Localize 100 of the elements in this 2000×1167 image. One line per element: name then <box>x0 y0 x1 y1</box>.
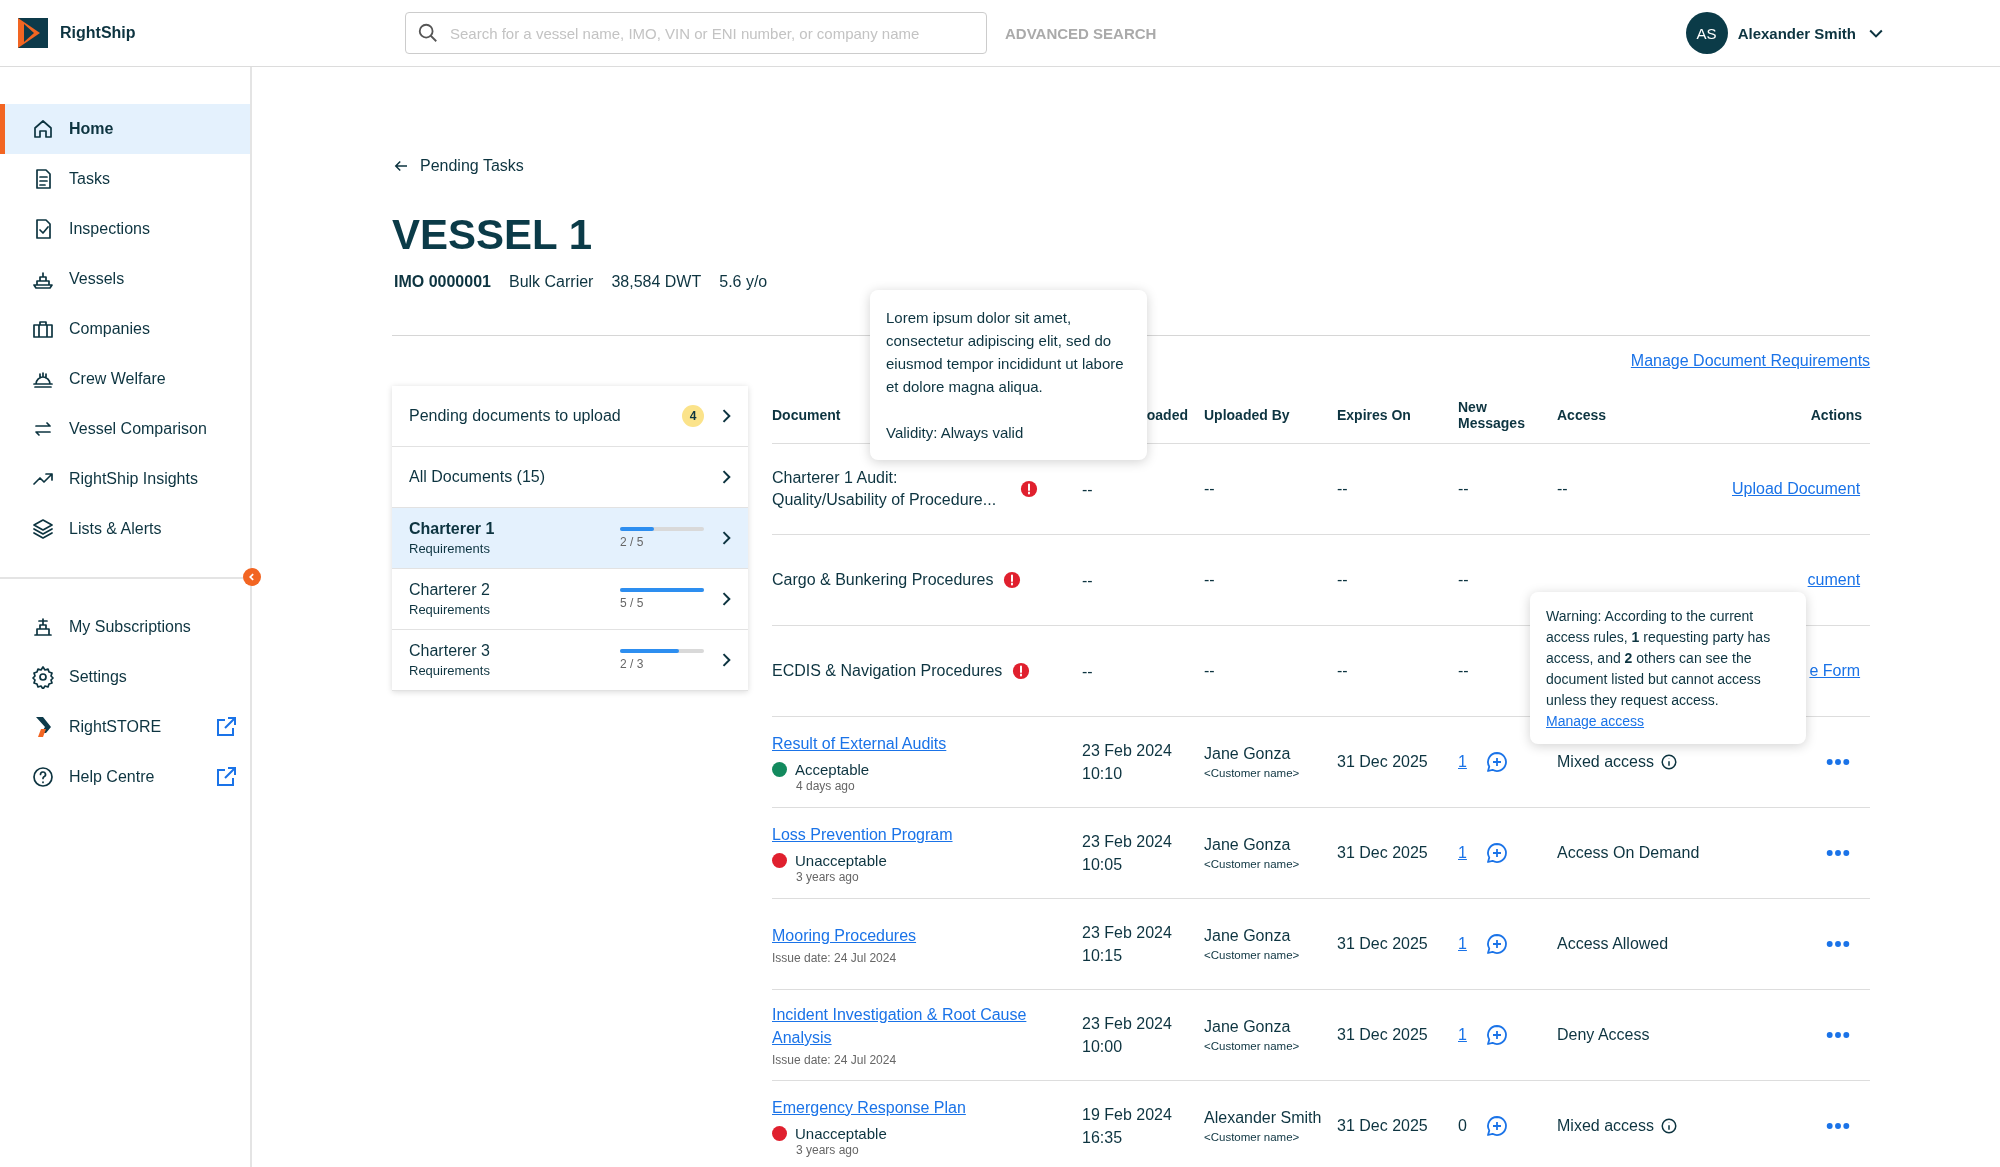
column-header: oaded <box>1146 406 1188 423</box>
upload-date: 23 Feb 2024 10:10 <box>1082 741 1172 784</box>
nav-item[interactable]: Vessels <box>0 254 250 304</box>
message-count: -- <box>1458 480 1469 498</box>
expiry-date: 31 Dec 2025 <box>1337 1117 1428 1135</box>
nav-item[interactable]: Crew Welfare <box>0 354 250 404</box>
nav-item[interactable]: RightShip Insights <box>0 454 250 504</box>
issue-date: Issue date: 24 Jul 2024 <box>772 1053 898 1067</box>
access-level: Mixed access <box>1557 1117 1654 1135</box>
expiry-date: -- <box>1337 662 1348 680</box>
access-level: Mixed access <box>1557 753 1654 771</box>
status-time: 3 years ago <box>795 869 860 884</box>
customer-name: <Customer name> <box>1204 858 1300 870</box>
upload-date: 23 Feb 2024 10:00 <box>1082 1014 1172 1057</box>
document-link[interactable]: Emergency Response Plan <box>772 1095 966 1119</box>
nav-item[interactable]: Home <box>0 104 250 154</box>
status-time: 3 years ago <box>795 1142 860 1157</box>
upload-date: -- <box>1082 661 1093 682</box>
column-header: Expires On <box>1337 406 1411 423</box>
upload-date: 19 Feb 2024 16:35 <box>1082 1105 1172 1148</box>
upload-date: -- <box>1082 479 1093 500</box>
uploader-name: Jane Gonza <box>1204 836 1291 854</box>
charterer-subtitle: Requirements <box>409 663 491 678</box>
nav-item[interactable]: My Subscriptions <box>0 602 250 652</box>
user-name[interactable]: Alexander Smith <box>1737 24 1856 42</box>
customer-name: <Customer name> <box>1204 767 1300 779</box>
brand-name: RightShip <box>60 24 136 42</box>
upload-date: -- <box>1082 570 1093 591</box>
charterer-item[interactable]: Charterer 2 Requirements 5 / 5 <box>392 569 748 630</box>
charterer-name: Charterer 3 <box>409 642 491 660</box>
progress-count: 2 / 5 <box>620 535 645 549</box>
column-header: Access <box>1557 406 1607 423</box>
customer-name: <Customer name> <box>1204 1131 1300 1143</box>
avatar[interactable]: AS <box>1685 12 1728 54</box>
upload-document-link[interactable]: cument <box>1807 571 1861 589</box>
nav-item[interactable]: Help Centre <box>0 752 250 802</box>
column-header: Actions <box>1810 406 1863 423</box>
vessel-age: 5.6 y/o <box>719 273 768 291</box>
upload-document-link[interactable]: e Form <box>1809 662 1861 680</box>
document-link[interactable]: Incident Investigation & Root Cause Analysis <box>772 1003 1032 1049</box>
expiry-date: -- <box>1337 480 1348 498</box>
charterer-name: Charterer 2 <box>409 581 491 599</box>
access-level: Deny Access <box>1557 1026 1650 1044</box>
document-link[interactable]: Mooring Procedures <box>772 923 917 947</box>
vessel-type: Bulk Carrier <box>508 273 594 291</box>
uploader-name: -- <box>1204 571 1215 589</box>
progress-count: 2 / 3 <box>620 657 645 671</box>
upload-date: 23 Feb 2024 10:15 <box>1082 923 1172 966</box>
column-header: Uploaded By <box>1204 406 1290 423</box>
charterer-item[interactable]: Charterer 3 Requirements 2 / 3 <box>392 630 748 691</box>
charterer-item[interactable]: Charterer 1 Requirements 2 / 5 <box>392 508 748 569</box>
message-count[interactable]: 1 <box>1458 753 1467 771</box>
manage-access-link[interactable]: Manage access <box>1546 713 1645 729</box>
pending-documents-item[interactable]: Pending documents to upload 4 <box>392 386 748 447</box>
issue-date: Issue date: 24 Jul 2024 <box>772 950 898 965</box>
access-level: Access On Demand <box>1557 844 1700 862</box>
message-count[interactable]: 1 <box>1458 844 1467 862</box>
customer-name: <Customer name> <box>1204 949 1300 961</box>
document-name: Cargo & Bunkering Procedures <box>772 570 994 590</box>
uploader-name: Jane Gonza <box>1204 1018 1291 1036</box>
status-label: Acceptable <box>795 760 870 778</box>
upload-document-link[interactable]: Upload Document <box>1732 480 1861 498</box>
back-link[interactable]: Pending Tasks <box>392 157 524 175</box>
progress-count: 5 / 5 <box>620 596 645 610</box>
expiry-date: -- <box>1337 571 1348 589</box>
nav-item[interactable]: Tasks <box>0 154 250 204</box>
imo-number: IMO 0000001 <box>394 273 491 291</box>
nav-item[interactable]: Inspections <box>0 204 250 254</box>
manage-requirements-link[interactable]: Manage Document Requirements <box>1630 352 1871 370</box>
expiry-date: 31 Dec 2025 <box>1337 844 1428 862</box>
access-level: -- <box>1557 480 1568 498</box>
tooltip-text: Validity: Always valid <box>886 423 1025 443</box>
charterer-subtitle: Requirements <box>409 602 491 617</box>
nav-item[interactable]: Settings <box>0 652 250 702</box>
nav-item[interactable]: Lists & Alerts <box>0 504 250 554</box>
tooltip-text: Lorem ipsum dolor sit amet, consectetur adipiscing elit, sed do eiusmod tempor incididunt ut labore et dolore magna aliqua. <box>886 308 1125 397</box>
expiry-date: 31 Dec 2025 <box>1337 753 1428 771</box>
upload-date: 23 Feb 2024 10:05 <box>1082 832 1172 875</box>
charterer-subtitle: Requirements <box>409 541 491 556</box>
document-name: ECDIS & Navigation Procedures <box>772 661 1003 681</box>
status-label: Unacceptable <box>795 1124 887 1142</box>
document-link[interactable]: Loss Prevention Program <box>772 822 953 846</box>
status-time: 4 days ago <box>795 778 856 793</box>
document-name: Charterer 1 Audit: Quality/Usability of Procedure... <box>772 468 998 510</box>
search-field[interactable]: Search for a vessel name, IMO, VIN or ENI number, or company name <box>405 12 987 54</box>
customer-name: <Customer name> <box>1204 1040 1300 1052</box>
expiry-date: 31 Dec 2025 <box>1337 935 1428 953</box>
uploader-name: -- <box>1204 662 1215 680</box>
uploader-name: -- <box>1204 480 1215 498</box>
access-level: Access Allowed <box>1557 935 1669 953</box>
nav-item[interactable]: Companies <box>0 304 250 354</box>
message-count[interactable]: 1 <box>1458 1026 1467 1044</box>
uploader-name: Jane Gonza <box>1204 927 1291 945</box>
nav-item[interactable]: Vessel Comparison <box>0 404 250 454</box>
nav-item[interactable]: RightSTORE <box>0 702 250 752</box>
status-label: Unacceptable <box>795 851 887 869</box>
message-count[interactable]: 1 <box>1458 935 1467 953</box>
charterer-name: Charterer 1 <box>409 520 496 538</box>
document-link[interactable]: Result of External Audits <box>772 731 947 755</box>
message-count: -- <box>1458 662 1469 680</box>
